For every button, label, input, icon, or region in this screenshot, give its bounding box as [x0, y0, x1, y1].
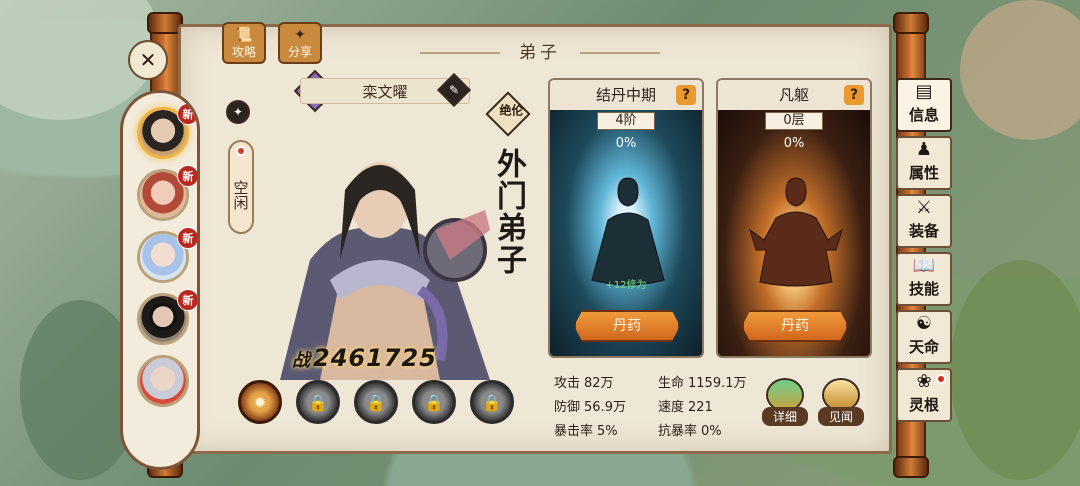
guide-label: 攻略	[231, 45, 256, 59]
flame-icon: ✹	[253, 392, 267, 412]
body-card: 凡躯 ? 0层 0% 丹药	[716, 78, 872, 358]
cultivation-card: 结丹中期 ? 4阶 0% +12修为 丹药	[548, 78, 704, 358]
guide-button[interactable]: 📜 攻略	[222, 22, 266, 64]
share-label: 分享	[287, 45, 312, 59]
edit-icon: ✎	[448, 83, 460, 97]
cultivation-help-button[interactable]: ?	[676, 85, 696, 105]
figure-icon: ♟	[915, 139, 933, 160]
cultivation-realm: 结丹中期 ?	[550, 80, 702, 110]
tab-attributes[interactable]: ♟ 属性	[896, 136, 952, 190]
insight-button[interactable]: 见闻	[818, 378, 864, 426]
cultivation-gain: +12修为	[605, 280, 647, 291]
tab-fate[interactable]: ☯ 天命	[896, 310, 952, 364]
share-icon: ✦	[294, 27, 306, 43]
lock-icon: 🔒	[424, 392, 444, 412]
skill-slot-4[interactable]: 🔒	[412, 380, 456, 424]
status-dot-icon	[236, 146, 246, 156]
tab-info[interactable]: ▤ 信息	[896, 78, 952, 132]
guide-icon: 📜	[235, 27, 253, 43]
disciple-list: 新 新 新 新	[120, 90, 200, 470]
stat-attack: 攻击 82万	[554, 376, 614, 391]
body-realm: 凡躯 ?	[718, 80, 870, 110]
new-badge: 新	[177, 103, 197, 125]
cultivation-progress: 0%	[615, 136, 637, 151]
body-progress: 0%	[783, 136, 805, 151]
body-silhouette-icon	[749, 177, 843, 287]
new-badge: 新	[177, 165, 197, 187]
tab-spirit-root[interactable]: ❀ 灵根	[896, 368, 952, 422]
stat-hp: 生命 1159.1万	[658, 376, 747, 391]
meditation-silhouette-icon	[591, 177, 665, 286]
new-badge: 新	[177, 289, 197, 311]
tab-skills[interactable]: 📖 技能	[896, 252, 952, 306]
cultivation-level: 4阶	[597, 112, 655, 130]
scroll-icon: 📖	[912, 255, 936, 276]
skill-slot-3[interactable]: 🔒	[354, 380, 398, 424]
body-help-button[interactable]: ?	[844, 85, 864, 105]
page-title: 弟子	[420, 38, 660, 68]
body-level: 0层	[765, 112, 823, 130]
disciple-avatar-5[interactable]	[137, 355, 189, 407]
skill-slot-5[interactable]: 🔒	[470, 380, 514, 424]
back-button[interactable]: ✕	[128, 40, 168, 80]
skill-slot-2[interactable]: 🔒	[296, 380, 340, 424]
close-icon: ✕	[139, 48, 157, 72]
stat-defense: 防御 56.9万	[554, 400, 626, 415]
cultivation-pill-button[interactable]: 丹药	[574, 310, 680, 342]
lock-icon: 🔒	[482, 392, 502, 412]
combat-power: 战2461725	[292, 344, 437, 372]
armor-icon: ⚔	[915, 197, 933, 218]
tab-equipment[interactable]: ⚔ 装备	[896, 194, 952, 248]
book-icon: ▤	[915, 81, 933, 102]
stat-anticrit: 抗暴率 0%	[658, 424, 722, 439]
star-icon[interactable]: ✦	[226, 100, 250, 124]
skill-slot-1[interactable]: ✹	[238, 380, 282, 424]
stat-speed: 速度 221	[658, 400, 713, 415]
share-button[interactable]: ✦ 分享	[278, 22, 322, 64]
fate-icon: ☯	[915, 313, 933, 334]
lock-icon: 🔒	[366, 392, 386, 412]
new-badge: 新	[177, 227, 197, 249]
stat-crit: 暴击率 5%	[554, 424, 618, 439]
body-pill-button[interactable]: 丹药	[742, 310, 848, 342]
lock-icon: 🔒	[308, 392, 328, 412]
detail-button[interactable]: 详细	[762, 378, 808, 426]
notification-dot-icon	[936, 374, 946, 384]
